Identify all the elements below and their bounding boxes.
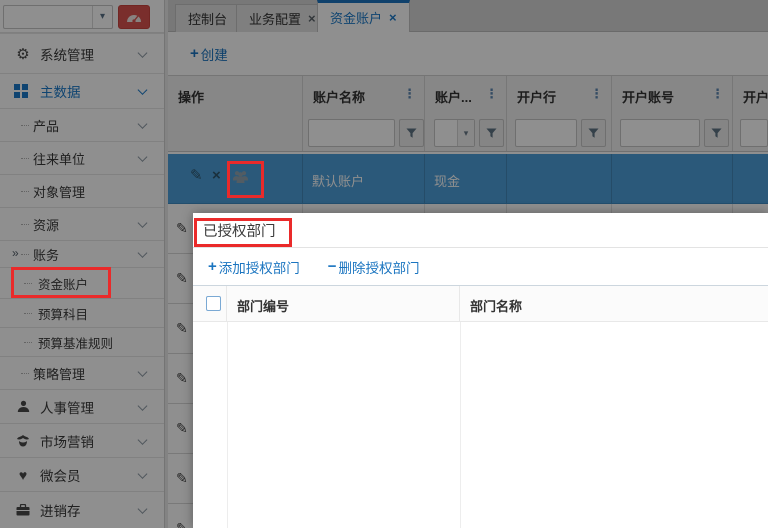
column-title: 部门编号: [237, 299, 290, 314]
minus-icon: −: [327, 258, 337, 275]
popup-toolbar: + 添加授权部门 − 删除授权部门: [193, 248, 768, 285]
select-all-checkbox[interactable]: [206, 296, 221, 311]
remove-button-label: 删除授权部门: [338, 260, 420, 276]
add-authorized-department-button[interactable]: + 添加授权部门: [208, 257, 300, 277]
popup-grid-body: [193, 322, 768, 528]
authorized-departments-popup: 已授权部门 + 添加授权部门 − 删除授权部门 部门编号 部门名称 ⋮: [193, 213, 768, 528]
annotation-box-popup-title: [194, 218, 292, 247]
column-divider: [227, 322, 228, 528]
annotation-box-group-icon: [227, 161, 264, 198]
annotation-box-fund-accounts: [11, 267, 111, 298]
column-header-department-name: 部门名称 ⋮: [460, 286, 768, 321]
column-divider: [460, 322, 461, 528]
popup-grid-header: 部门编号 部门名称 ⋮: [193, 285, 768, 322]
checkbox-column-header: [193, 286, 227, 321]
plus-icon: +: [208, 258, 217, 275]
column-header-department-code: 部门编号: [227, 286, 460, 321]
column-title: 部门名称: [470, 299, 523, 314]
remove-authorized-department-button[interactable]: − 删除授权部门: [328, 257, 420, 277]
app-screen: ▾ ⚙ 系统管理 主数据 产品 往来单位 对象管理 资源 » 账务 资金账户 预…: [0, 0, 768, 528]
add-button-label: 添加授权部门: [218, 260, 300, 276]
